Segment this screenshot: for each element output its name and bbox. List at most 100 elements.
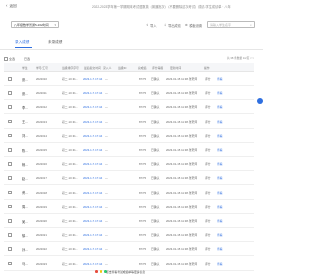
student-name: 周... [22,205,28,210]
row-checkbox[interactable] [8,204,12,209]
grade-button[interactable]: 评分 [205,162,211,166]
grade-button[interactable]: 评分 [205,219,211,223]
selected-count: 已选 [24,57,31,61]
grade-button[interactable]: 评分 [205,233,211,237]
table-row[interactable]: 黄... 2022018 初二·10·31... 2023-1-7·17:44— 87/… [4,186,254,200]
student-name: 李... [22,105,28,110]
student-id: 2022011 [36,91,47,96]
view-button[interactable]: 查看 [217,91,223,95]
table-row[interactable]: 赵... 2022017 初二·10·31... 2023-1-7·17:44— 87/… [4,171,254,186]
template-setting-button[interactable]: ⚙ 模板设置 [185,23,202,28]
row-checkbox[interactable] [8,148,12,152]
total-score: 87/75 [139,133,146,138]
entered-by: — [105,261,108,266]
col-class-id: 班级ID [118,66,127,70]
view-button[interactable]: 查看 [217,176,223,180]
table-row[interactable]: 张... 2022011 初二·10·31... 2023-1-7·17:44— 87/… [4,86,254,101]
grade-status: 已确认 [151,105,160,110]
table-row[interactable]: 孙... 2022022 初二·10·31... 2023-1-7·17:44— 87/… [4,242,254,257]
grade-button[interactable]: 评分 [205,205,211,209]
taskbar-label[interactable]: 点击查看考试成绩单等更多信息 [106,270,145,274]
submit-time: 2023-1-7·17:44 [83,204,103,209]
grade-button[interactable]: 评分 [205,134,211,138]
class-cell: 初二·10·31... [62,176,79,181]
class-select[interactable]: 八年级数学普通5-202时间 ▾ [11,21,59,28]
submit-time: 2023-1-7·17:44 [83,119,103,124]
view-button[interactable]: 查看 [217,191,223,195]
select-all-checkbox[interactable] [4,57,8,61]
row-checkbox[interactable] [8,105,12,109]
table-row[interactable]: 周... 2022019 初二·10·31... 2023-1-7·17:44— 87/… [4,200,254,214]
table-row[interactable]: 杨... 2022016 初二·10·31... 2023-1-7·17:44— 87/… [4,157,254,172]
student-id: 2022010 [36,77,47,81]
search-placeholder: 请输入学生名字 [210,22,232,27]
view-button[interactable]: 查看 [217,77,223,81]
view-button[interactable]: 查看 [217,233,223,237]
total-score: 87/75 [139,105,146,110]
row-checkbox[interactable] [8,77,12,81]
grade-status: 已确认 [151,176,160,181]
view-button[interactable]: 查看 [217,219,223,223]
row-checkbox[interactable] [8,176,12,180]
row-checkbox[interactable] [8,247,12,251]
table-row[interactable]: 徐... 2022021 初二·10·31... 2023-1-7·17:44— 87/… [4,228,254,243]
view-button[interactable]: 查看 [217,247,223,251]
row-checkbox[interactable] [8,261,12,266]
grade-status: 已确认 [151,219,160,223]
row-checkbox[interactable] [8,133,12,138]
table-row[interactable]: 刘... 2022014 初二·10·31... 2023-1-7·17:44— 87/… [4,129,254,143]
student-id: 2022015 [36,148,47,152]
row-checkbox[interactable] [8,190,12,195]
class-cell: 初二·10·31... [62,162,79,167]
grade-button[interactable]: 评分 [205,148,211,152]
update-info: 2023-01-15 11:38·张老师 [166,233,198,238]
tab-not-entered[interactable]: 未录成绩 [48,40,62,45]
row-checkbox[interactable] [8,162,12,166]
table-row[interactable]: 张... 2022010 初二·10·31... 2023-1-7·17:44— 87/… [4,72,254,86]
table-row[interactable]: 王... 2022013 初二·10·31... 2023-1-7·17:44— 87/… [4,115,254,129]
view-button[interactable]: 查看 [217,162,223,166]
view-button[interactable]: 查看 [217,120,223,124]
grade-button[interactable]: 评分 [205,176,211,180]
search-input[interactable]: 请输入学生名字 ⌕ [207,21,255,28]
view-button[interactable]: 查看 [217,105,223,109]
col-total: 总成绩 [138,66,147,70]
export-button[interactable]: ⇩ 导出成绩 [164,23,181,28]
table-row[interactable]: 陈... 2022015 初二·10·31... 2023-1-7·17:44— 87/… [4,143,254,157]
row-checkbox[interactable] [8,219,12,223]
update-info: 2023-01-15 11:38·张老师 [166,219,198,223]
floating-help-button[interactable] [257,98,263,104]
row-checkbox[interactable] [8,233,12,237]
grade-status: 已确认 [151,119,160,124]
row-checkbox[interactable] [8,119,12,124]
view-button[interactable]: 查看 [217,134,223,138]
student-name: 徐... [22,233,28,238]
chevron-left-icon: ‹ [6,3,8,9]
table-row[interactable]: 李... 2022012 初二·10·31... 2023-1-7·17:44— 87/… [4,100,254,115]
grade-button[interactable]: 评分 [205,91,211,95]
grade-button[interactable]: 评分 [205,105,211,109]
submit-time: 2023-1-7·17:44 [83,133,103,138]
view-button[interactable]: 查看 [217,262,223,266]
row-checkbox[interactable] [8,91,12,95]
pagination[interactable]: 共 38 条数据 1/2页 < > [227,56,254,60]
entered-by: — [105,233,108,238]
back-button[interactable]: ‹ 返回 [6,4,17,9]
view-button[interactable]: 查看 [217,205,223,209]
class-cell: 初二·10·31... [62,204,79,209]
submit-time: 2023-1-7·17:44 [83,190,103,195]
grade-button[interactable]: 评分 [205,191,211,195]
import-button[interactable]: ⇪ 导入 [146,23,157,28]
grade-button[interactable]: 评分 [205,77,211,81]
grade-button[interactable]: 评分 [205,262,211,266]
import-icon: ⇪ [146,23,149,27]
tab-entered[interactable]: 录入成绩 [15,40,29,45]
grade-button[interactable]: 评分 [205,120,211,124]
grade-button[interactable]: 评分 [205,247,211,251]
table-row[interactable]: 吴... 2022020 初二·10·31... 2023-1-7·17:44— 87/… [4,214,254,228]
class-cell: 初二·10·31... [62,119,79,124]
view-button[interactable]: 查看 [217,148,223,152]
entered-by: — [105,219,108,223]
grade-status: 已确认 [151,204,160,209]
col-updated: 更新时间 [170,66,182,70]
